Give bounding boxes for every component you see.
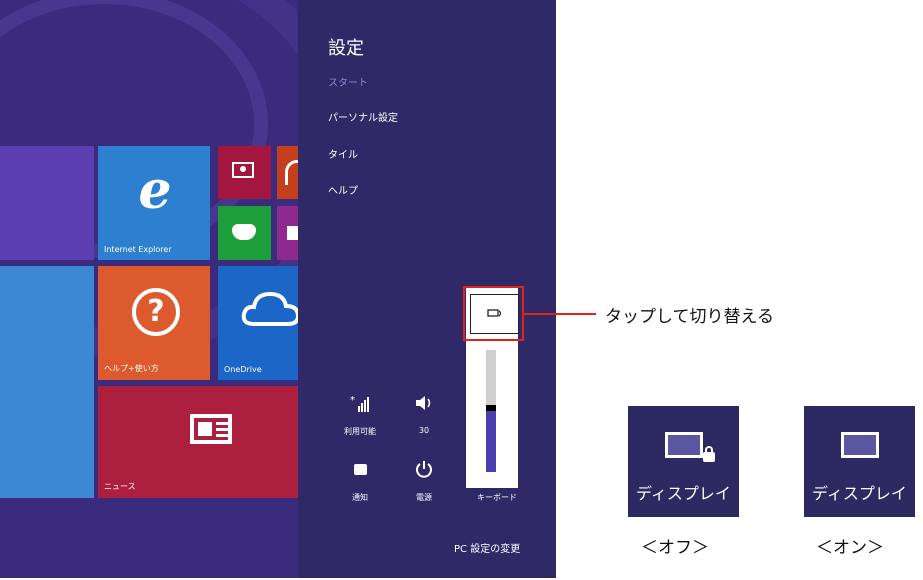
display-tile-off: ディスプレイ [628,406,739,517]
notifications-label: 通知 [352,493,368,502]
tile-label: ニュース [104,482,136,491]
brightness-fill [486,411,496,472]
volume-icon[interactable] [404,394,444,416]
video-dot [240,166,246,172]
notifications-icon[interactable] [340,462,380,475]
settings-title: 設定 [328,38,364,59]
news-icon [190,414,232,444]
annotation-text: タップして切り替える [605,307,774,327]
lock-icon [703,446,715,462]
rotation-lock-icon [487,309,502,317]
tile-help[interactable]: ? ヘルプ+使い方 [98,266,210,380]
question-icon: ? [132,288,180,336]
power-label: 電源 [416,493,432,502]
display-label: ディスプレイ [636,484,731,503]
camera-icon [287,226,298,240]
tile-games[interactable] [218,206,271,260]
internet-explorer-icon: e [138,160,172,221]
pc-settings-link[interactable]: PC 設定の変更 [454,540,520,555]
tile-label: ヘルプ+使い方 [104,364,159,373]
settings-item-start[interactable]: スタート [328,74,368,89]
display-icon [665,432,703,458]
settings-item-tiles[interactable]: タイル [328,146,358,161]
keyboard-label[interactable]: キーボード [467,492,527,503]
tile-news[interactable]: ニュース [98,386,298,498]
headphones-icon [285,160,298,185]
display-caption-off: ＜オフ＞ [641,538,709,558]
annotation-line [524,313,596,315]
tile-music[interactable] [277,146,298,199]
cloud-icon [241,291,298,326]
brightness-slider[interactable] [486,350,496,472]
network-label: 利用可能 [344,427,376,436]
volume-label: 30 [418,426,430,435]
network-icon[interactable]: * [340,394,380,416]
tile-camera[interactable] [277,206,298,260]
start-screen: e Internet Explorer ? ヘルプ+使い方 OneDrive ニ… [0,0,298,578]
tile-label: Internet Explorer [104,245,172,254]
gamepad-icon [232,224,256,240]
tile-partial-purple[interactable] [0,146,94,260]
power-icon[interactable] [404,460,444,482]
tile-video[interactable] [218,146,271,199]
settings-item-personalize[interactable]: パーソナル設定 [328,109,398,124]
tile-onedrive[interactable]: OneDrive [218,266,298,380]
brightness-thumb[interactable] [486,405,496,411]
svg-text:*: * [350,395,355,406]
display-caption-on: ＜オン＞ [816,538,884,558]
display-label: ディスプレイ [812,484,907,503]
rotation-lock-inner [470,294,519,334]
display-tile-on: ディスプレイ [804,406,915,517]
tile-internet-explorer[interactable]: e Internet Explorer [98,146,210,260]
rotation-lock-button[interactable] [463,286,524,341]
tile-partial-blue[interactable] [0,266,94,498]
tile-label: OneDrive [224,365,262,374]
display-icon [841,432,879,458]
settings-item-help[interactable]: ヘルプ [328,182,358,197]
